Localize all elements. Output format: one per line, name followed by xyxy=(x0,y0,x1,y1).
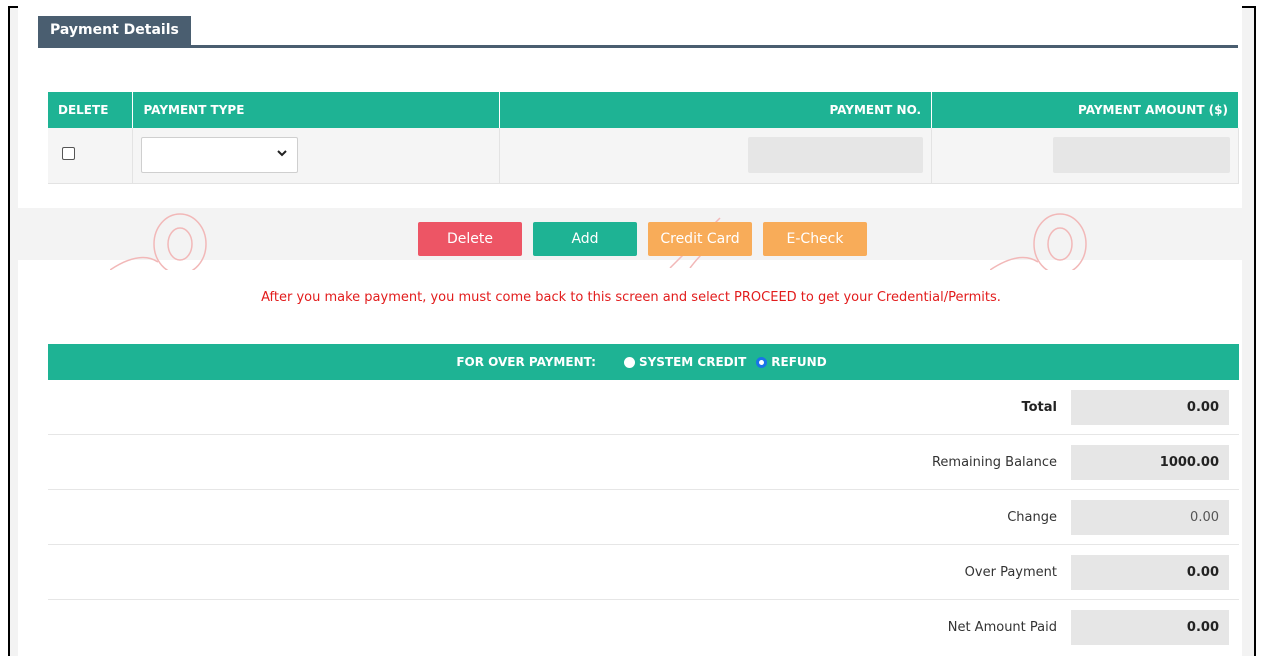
change-value: 0.00 xyxy=(1071,500,1229,535)
col-payment-amount: PAYMENT AMOUNT ($) xyxy=(931,92,1239,128)
over-payment-amount-label: Over Payment xyxy=(964,565,1057,580)
col-payment-type: PAYMENT TYPE xyxy=(132,92,501,128)
table-header-row: DELETE PAYMENT TYPE PAYMENT NO. PAYMENT … xyxy=(48,92,1239,128)
remaining-balance-label: Remaining Balance xyxy=(931,455,1057,470)
payment-amount-cell xyxy=(931,128,1239,184)
system-credit-radio[interactable] xyxy=(623,356,635,368)
system-credit-option[interactable]: SYSTEM CREDIT xyxy=(623,355,747,369)
delete-checkbox[interactable] xyxy=(62,146,75,160)
payment-no-field[interactable] xyxy=(748,137,924,174)
add-button[interactable]: Add xyxy=(533,222,637,256)
remaining-balance-value: 1000.00 xyxy=(1071,445,1229,480)
summary-row-net: Net Amount Paid 0.00 xyxy=(48,600,1239,655)
delete-cell xyxy=(48,128,134,184)
credit-card-button[interactable]: Credit Card xyxy=(648,222,752,256)
payment-table: DELETE PAYMENT TYPE PAYMENT NO. PAYMENT … xyxy=(48,92,1239,184)
change-label: Change xyxy=(1007,510,1057,525)
section-title: Payment Details xyxy=(38,16,191,45)
chevron-down-icon xyxy=(277,150,288,157)
system-credit-label: SYSTEM CREDIT xyxy=(638,355,747,369)
refund-label: REFUND xyxy=(771,355,827,369)
payment-amount-field[interactable] xyxy=(1053,137,1230,174)
payment-notice: After you make payment, you must come ba… xyxy=(261,290,1001,305)
payment-type-select[interactable] xyxy=(141,137,299,174)
net-amount-label: Net Amount Paid xyxy=(947,620,1057,635)
section-header: Payment Details xyxy=(38,16,1238,48)
action-buttons: Delete Add Credit Card E-Check xyxy=(0,222,1262,256)
over-payment-label: FOR OVER PAYMENT: xyxy=(456,355,596,369)
summary-row-change: Change 0.00 xyxy=(48,490,1239,545)
refund-option[interactable]: REFUND xyxy=(756,355,827,369)
total-label: Total xyxy=(1021,400,1057,415)
over-payment-bar: FOR OVER PAYMENT: SYSTEM CREDIT REFUND xyxy=(48,344,1239,380)
refund-radio[interactable] xyxy=(756,356,768,368)
delete-button[interactable]: Delete xyxy=(418,222,522,256)
net-amount-value: 0.00 xyxy=(1071,610,1229,645)
total-value: 0.00 xyxy=(1071,390,1229,425)
table-row xyxy=(48,128,1239,184)
col-delete: DELETE xyxy=(48,92,134,128)
summary-row-remaining: Remaining Balance 1000.00 xyxy=(48,435,1239,490)
payment-type-cell xyxy=(132,128,501,184)
summary-row-total: Total 0.00 xyxy=(48,380,1239,435)
echeck-button[interactable]: E-Check xyxy=(763,222,867,256)
col-payment-no: PAYMENT NO. xyxy=(499,92,933,128)
payment-no-cell xyxy=(499,128,933,184)
summary-row-over-payment: Over Payment 0.00 xyxy=(48,545,1239,600)
over-payment-amount-value: 0.00 xyxy=(1071,555,1229,590)
